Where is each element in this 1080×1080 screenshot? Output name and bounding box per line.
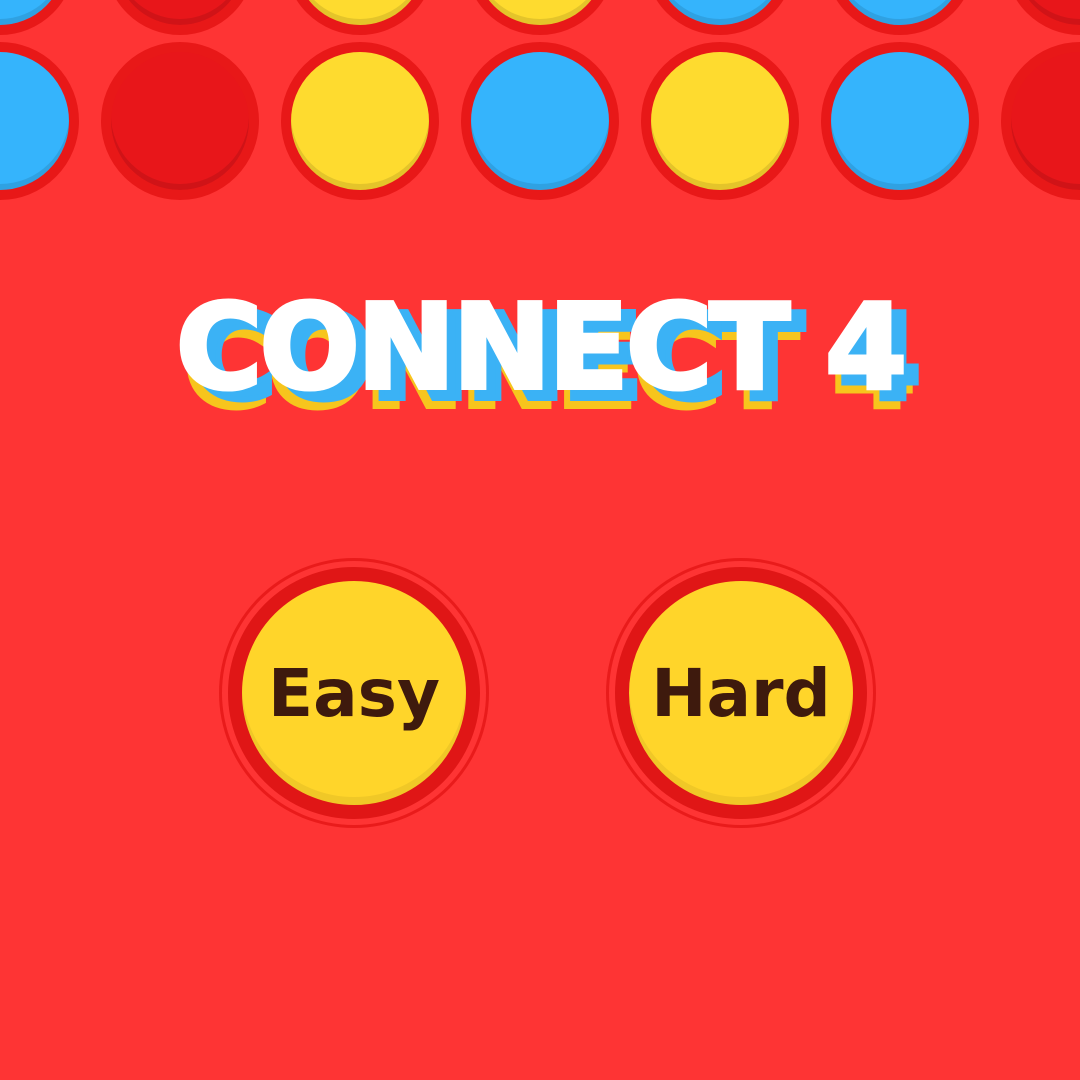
- blue-disc: [821, 42, 979, 200]
- game-title: CONNECT 4 CONNECT 4 CONNECT 4: [0, 268, 1080, 428]
- blue-disc: [461, 42, 619, 200]
- game-menu-screen: CONNECT 4 CONNECT 4 CONNECT 4 Easy Hard: [0, 0, 1080, 1080]
- red-disc: [1005, 0, 1080, 35]
- title-text: CONNECT 4: [176, 278, 904, 416]
- blue-disc: [0, 42, 79, 200]
- red-disc: [105, 0, 255, 35]
- blue-disc: [645, 0, 795, 35]
- red-disc: [101, 42, 259, 200]
- hard-button[interactable]: Hard: [615, 567, 867, 819]
- red-disc: [1001, 42, 1080, 200]
- easy-button-label: Easy: [268, 654, 440, 732]
- yellow-disc: [281, 42, 439, 200]
- blue-disc: [825, 0, 975, 35]
- hard-button-label: Hard: [651, 654, 831, 732]
- blue-disc: [0, 0, 75, 35]
- yellow-disc: [641, 42, 799, 200]
- decorative-board-strip: [0, 0, 1080, 200]
- yellow-disc: [465, 0, 615, 35]
- yellow-disc: [285, 0, 435, 35]
- easy-button[interactable]: Easy: [228, 567, 480, 819]
- game-title-logo: CONNECT 4 CONNECT 4 CONNECT 4: [174, 276, 924, 428]
